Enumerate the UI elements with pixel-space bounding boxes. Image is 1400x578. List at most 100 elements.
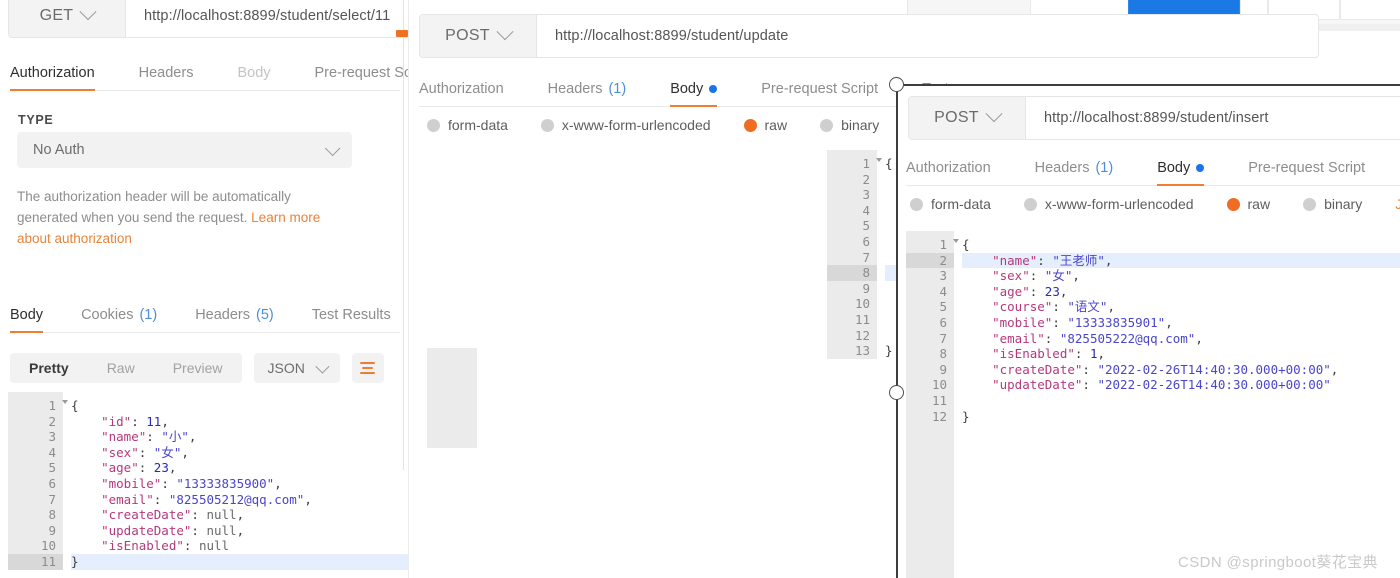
method-label: GET [39, 7, 74, 24]
fold-arrow-icon[interactable] [876, 158, 882, 162]
request-gutter: 1 2 3 4 5 6 7 8 9 10 11 12 [906, 231, 959, 425]
panel-post-update: POST http://localhost:8899/student/updat… [408, 0, 1387, 578]
line-number: 7 [862, 249, 870, 265]
code-line[interactable]: "age": 23, [71, 460, 408, 476]
code-token: : [191, 507, 207, 523]
body-type-label: binary [841, 117, 880, 133]
code-line[interactable]: "email": "825505212@qq.com", [71, 492, 408, 508]
auth-note: The authorization header will be automat… [17, 186, 347, 249]
code-line[interactable]: } [962, 409, 1400, 425]
method-selector-update[interactable]: POST [420, 15, 537, 57]
response-format-value: JSON [267, 360, 305, 376]
body-type-raw[interactable]: raw [743, 117, 787, 133]
response-body-editor[interactable]: 1 2 3 4 5 6 7 8 9 10 11 { "id": 11, "name": "小", "… [8, 392, 408, 570]
auth-type-label: TYPE [18, 113, 54, 127]
code-token: , [1097, 346, 1106, 362]
line-number: 2 [862, 171, 870, 187]
line-number: 5 [939, 299, 947, 315]
code-line[interactable]: } [71, 553, 408, 570]
response-format-select[interactable]: JSON [253, 353, 340, 383]
body-type-form-data[interactable]: form-data [910, 196, 991, 212]
toolbar-button-d[interactable] [1340, 0, 1400, 20]
code-line[interactable]: "updateDate": "2022-02-26T14:40:30.000+0… [962, 377, 1400, 393]
tab-label: Headers [547, 81, 603, 97]
code-line[interactable]: "updateDate": null, [71, 523, 408, 539]
code-token: } [962, 408, 970, 424]
panel1-status-chip [396, 30, 408, 37]
url-input-update[interactable]: http://localhost:8899/student/update [537, 15, 1318, 57]
line-number: 8 [48, 507, 56, 523]
line-number: 9 [862, 280, 870, 296]
code-line[interactable]: "email": "825505222@qq.com", [962, 331, 1400, 347]
code-line[interactable]: "id": 11, [71, 414, 408, 430]
body-type-binary[interactable]: binary [820, 117, 879, 133]
line-number: 11 [931, 392, 947, 408]
code-token: "mobile" [962, 314, 1053, 330]
code-line[interactable]: "isEnabled": 1, [962, 346, 1400, 362]
code-line[interactable]: "sex": "女", [962, 268, 1400, 284]
view-mode-pretty[interactable]: Pretty [10, 353, 88, 383]
code-line[interactable]: "name": "王老师", [962, 252, 1400, 269]
request-code[interactable]: { "name": "王老师", "sex": "女", "age": 23, … [954, 231, 1400, 424]
code-token: "createDate" [962, 361, 1083, 377]
tab-label: Authorization [10, 65, 95, 81]
request-body-editor-insert[interactable]: 1 2 3 4 5 6 7 8 9 10 11 12 { "name": "王老师", "sex": … [906, 231, 1400, 425]
tab-body[interactable]: Body [237, 65, 270, 90]
code-token: "updateDate" [71, 522, 192, 538]
body-format-select-insert[interactable]: JSON (appl [1395, 196, 1400, 212]
tab-body[interactable]: Body [1157, 160, 1205, 186]
tab-pre-request-script[interactable]: Pre-request Script [761, 81, 878, 106]
code-line[interactable]: "course": "语文", [962, 299, 1400, 315]
tab-body[interactable]: Body [670, 81, 718, 107]
panel3-left-border[interactable] [896, 84, 898, 578]
response-tab-test-results[interactable]: Test Results [312, 307, 391, 332]
code-line[interactable] [962, 393, 1400, 409]
response-tab-headers[interactable]: Headers (5) [195, 307, 274, 332]
code-token: : [146, 429, 162, 445]
method-selector-insert[interactable]: POST [909, 97, 1026, 139]
body-type-urlencoded[interactable]: x-www-form-urlencoded [540, 117, 711, 133]
response-tab-body[interactable]: Body [10, 307, 44, 333]
tab-pre-request-script[interactable]: Pre-request Script [1248, 160, 1365, 185]
response-code[interactable]: { "id": 11, "name": "小", "sex": "女", "ag… [63, 392, 408, 570]
response-tab-cookies[interactable]: Cookies (1) [81, 307, 157, 332]
line-number: 3 [48, 429, 56, 445]
url-input-insert[interactable]: http://localhost:8899/student/insert [1026, 97, 1400, 139]
body-type-binary[interactable]: binary [1303, 196, 1362, 212]
code-line[interactable]: "sex": "女", [71, 445, 408, 461]
code-line[interactable]: "createDate": null, [71, 507, 408, 523]
tab-authorization[interactable]: Authorization [10, 65, 95, 91]
body-type-urlencoded[interactable]: x-www-form-urlencoded [1023, 196, 1194, 212]
view-mode-raw[interactable]: Raw [88, 353, 154, 383]
code-line[interactable]: "name": "小", [71, 429, 408, 445]
body-type-form-data[interactable]: form-data [427, 117, 508, 133]
word-wrap-button[interactable] [351, 353, 384, 383]
tab-authorization[interactable]: Authorization [906, 160, 991, 185]
code-line[interactable]: "mobile": "13333835901", [962, 315, 1400, 331]
auth-type-select[interactable]: No Auth [17, 132, 352, 168]
code-line[interactable]: { [962, 237, 1400, 253]
editor-gutter-fill-update [427, 348, 477, 448]
panel3-resize-handle-top[interactable] [889, 77, 904, 92]
tab-headers[interactable]: Headers (1) [1035, 160, 1114, 185]
fold-arrow-icon[interactable] [953, 239, 959, 243]
tab-count: (1) [608, 81, 627, 97]
code-token: , [1059, 283, 1068, 299]
tab-count: (1) [1095, 160, 1114, 176]
code-line[interactable]: "age": 23, [962, 284, 1400, 300]
tab-headers[interactable]: Headers [139, 65, 194, 90]
fold-arrow-icon[interactable] [62, 400, 68, 404]
code-token: "sex" [71, 444, 139, 460]
body-type-raw[interactable]: raw [1226, 196, 1270, 212]
panel3-resize-handle-mid[interactable] [889, 385, 904, 400]
view-mode-preview[interactable]: Preview [154, 353, 242, 383]
code-line[interactable]: "createDate": "2022-02-26T14:40:30.000+0… [962, 362, 1400, 378]
code-line[interactable]: { [71, 398, 408, 414]
code-line[interactable]: "isEnabled": null [71, 538, 408, 554]
line-number: 7 [48, 491, 56, 507]
code-line[interactable]: "mobile": "13333835900", [71, 476, 408, 492]
tab-headers[interactable]: Headers (1) [548, 81, 627, 106]
method-selector-get[interactable]: GET [9, 0, 126, 37]
tab-authorization[interactable]: Authorization [419, 81, 504, 106]
tab-count: (1) [139, 307, 158, 323]
